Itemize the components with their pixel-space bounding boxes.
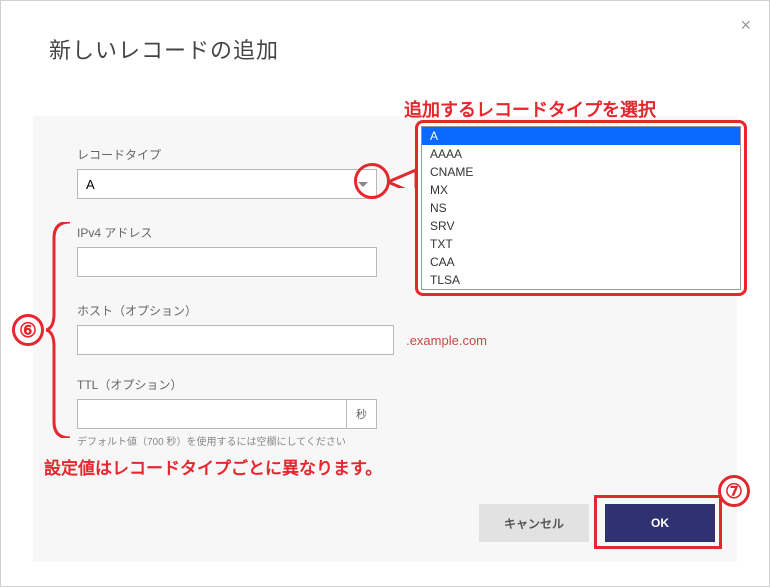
dropdown-option[interactable]: CAA [422, 253, 740, 271]
dropdown-option[interactable]: MX [422, 181, 740, 199]
dropdown-option[interactable]: CNAME [422, 163, 740, 181]
annotation-ok-highlight [594, 495, 722, 549]
close-icon[interactable]: × [740, 15, 751, 36]
annotation-callout-line [388, 168, 418, 188]
host-input[interactable] [77, 325, 394, 355]
annotation-select-type: 追加するレコードタイプを選択 [404, 96, 656, 122]
dropdown-option[interactable]: TXT [422, 235, 740, 253]
dropdown-option[interactable]: A [422, 127, 740, 145]
dropdown-option[interactable]: AAAA [422, 145, 740, 163]
annotation-badge-7: ⑦ [718, 475, 750, 507]
ipv4-field: IPv4 アドレス [77, 224, 377, 277]
ttl-field: TTL（オプション） 秒 デフォルト値（700 秒）を使用するには空欄にしてくだ… [77, 376, 377, 448]
annotation-circle-chevron [354, 163, 390, 199]
ipv4-input[interactable] [77, 247, 377, 277]
dropdown-option[interactable]: NS [422, 199, 740, 217]
record-type-label: レコードタイプ [77, 146, 377, 163]
ttl-label: TTL（オプション） [77, 376, 377, 393]
dropdown-option[interactable]: TLSA [422, 271, 740, 289]
annotation-values-vary: 設定値はレコードタイプごとに異なります。 [44, 454, 382, 479]
ttl-unit: 秒 [347, 399, 377, 429]
host-label: ホスト（オプション） [77, 302, 487, 319]
dropdown-option[interactable]: SRV [422, 217, 740, 235]
ttl-input[interactable] [77, 399, 347, 429]
record-type-select[interactable]: A [77, 169, 377, 199]
cancel-button[interactable]: キャンセル [479, 504, 589, 542]
domain-suffix: .example.com [406, 333, 487, 348]
ipv4-label: IPv4 アドレス [77, 224, 377, 241]
record-type-field: レコードタイプ A [77, 146, 377, 199]
host-field: ホスト（オプション） .example.com [77, 302, 487, 355]
record-type-dropdown: AAAAACNAMEMXNSSRVTXTCAATLSA [415, 120, 747, 296]
ttl-hint: デフォルト値（700 秒）を使用するには空欄にしてください [77, 433, 377, 448]
annotation-badge-6: ⑥ [12, 314, 44, 346]
annotation-bracket [46, 222, 76, 438]
record-type-value: A [86, 177, 95, 192]
dialog-title: 新しいレコードの追加 [1, 1, 769, 65]
